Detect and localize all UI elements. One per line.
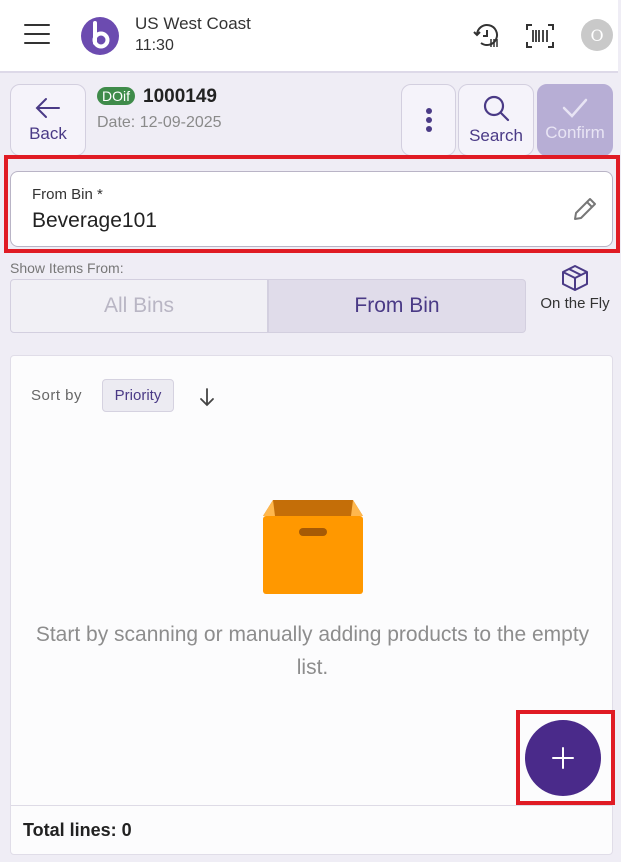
- add-item-button[interactable]: [525, 720, 601, 796]
- search-label: Search: [469, 126, 523, 145]
- check-icon: [562, 98, 588, 118]
- tab-all-bins[interactable]: All Bins: [10, 279, 268, 333]
- doc-date: Date: 12-09-2025: [97, 114, 222, 131]
- location-time: 11:30: [135, 37, 174, 54]
- cube-icon: [562, 265, 588, 291]
- confirm-label: Confirm: [545, 123, 605, 142]
- more-options-button[interactable]: [401, 84, 456, 156]
- empty-list-message: Start by scanning or manually adding pro…: [35, 623, 590, 679]
- location-name: US West Coast: [135, 14, 251, 33]
- tab-from-bin[interactable]: From Bin: [268, 279, 526, 333]
- back-button[interactable]: Back: [10, 84, 86, 156]
- hamburger-icon[interactable]: [24, 24, 50, 46]
- arrow-left-icon: [35, 98, 60, 118]
- show-items-label: Show Items From:: [10, 260, 124, 276]
- on-the-fly-label: On the Fly: [540, 295, 610, 312]
- from-bin-label: From Bin *: [32, 186, 103, 203]
- more-vertical-icon: [425, 108, 432, 132]
- history-scan-icon[interactable]: [469, 18, 505, 54]
- on-the-fly-button[interactable]: On the Fly: [540, 264, 610, 330]
- total-lines: Total lines: 0: [23, 820, 132, 840]
- from-bin-field[interactable]: From Bin * Beverage101: [10, 171, 613, 247]
- brand-logo: [81, 17, 119, 55]
- top-bar: US West Coast 11:30 O: [0, 0, 618, 73]
- sort-priority-chip[interactable]: Priority: [102, 379, 174, 412]
- doc-number: 1000149: [143, 86, 217, 107]
- search-button[interactable]: Search: [458, 84, 534, 156]
- confirm-button[interactable]: Confirm: [537, 84, 613, 156]
- search-icon: [483, 95, 510, 122]
- back-label: Back: [29, 124, 67, 143]
- plus-icon: [552, 747, 574, 769]
- barcode-icon[interactable]: [522, 18, 558, 54]
- sort-label: Sort by: [31, 387, 83, 404]
- pencil-icon[interactable]: [570, 194, 600, 224]
- empty-box-icon: [263, 500, 363, 594]
- doc-type-badge: DOif: [97, 87, 135, 105]
- arrow-down-icon[interactable]: [197, 386, 217, 408]
- avatar[interactable]: O: [581, 19, 613, 51]
- panel-divider: [11, 805, 612, 806]
- from-bin-value: Beverage101: [32, 209, 157, 232]
